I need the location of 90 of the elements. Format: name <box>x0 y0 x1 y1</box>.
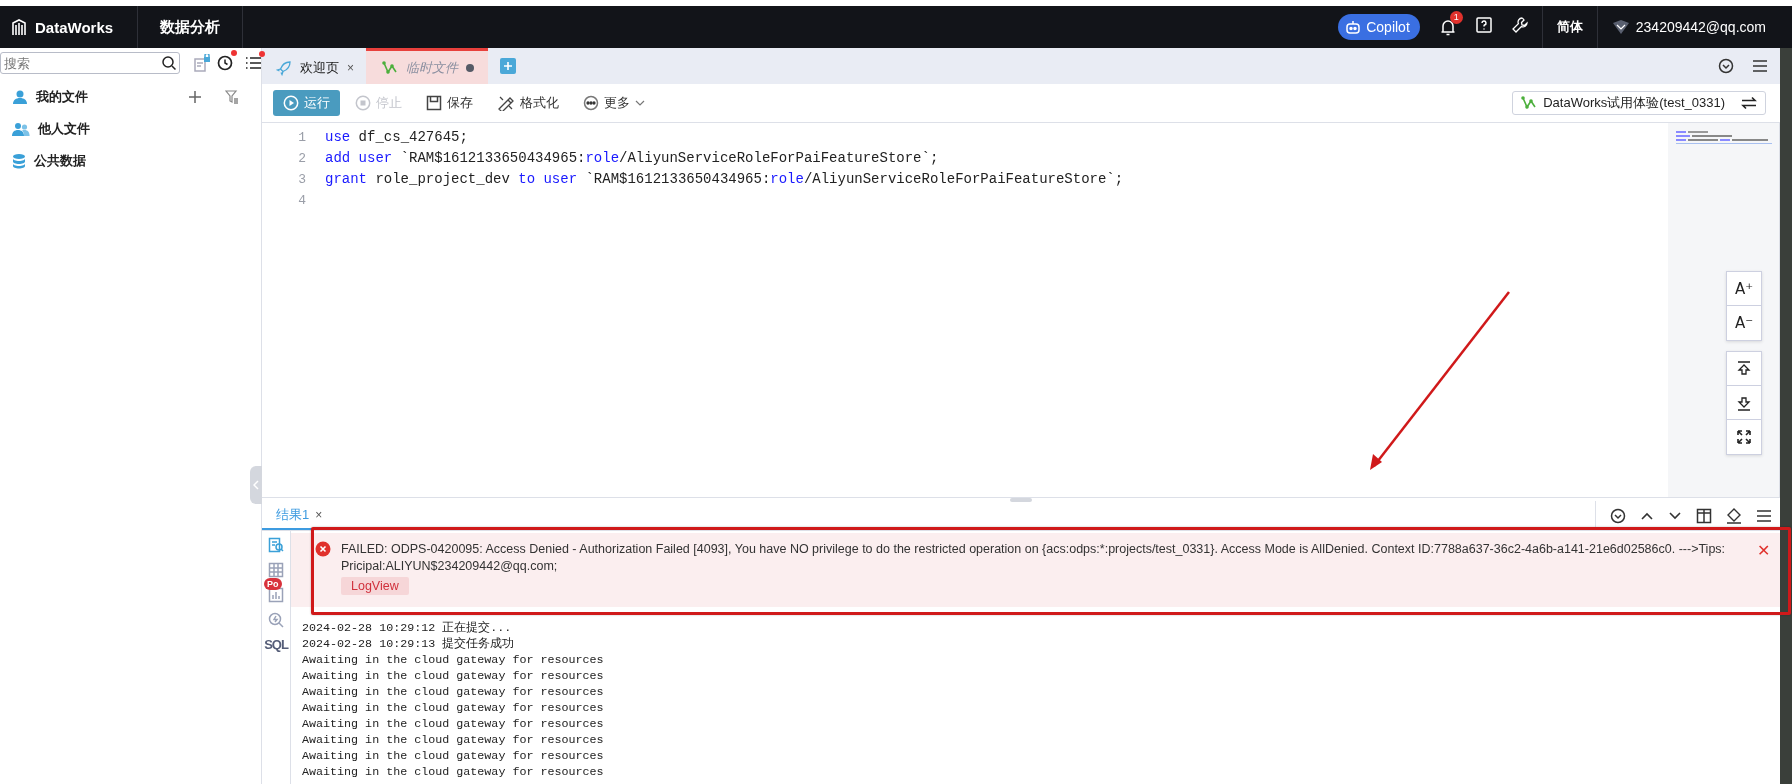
font-size-button[interactable]: A⁻ <box>1727 306 1761 340</box>
chevron-down-icon[interactable] <box>1668 510 1682 521</box>
people-icon <box>12 121 30 137</box>
zoom-icon[interactable] <box>268 612 284 628</box>
module-name[interactable]: 数据分析 <box>160 17 220 37</box>
line-number: 3 <box>297 171 307 189</box>
error-icon <box>315 541 331 557</box>
extension-badge: Po <box>264 578 282 590</box>
more-icon <box>583 95 599 111</box>
line-number: 1 <box>297 129 307 147</box>
line-number: 4 <box>297 192 307 210</box>
sql-tab[interactable]: SQL <box>264 637 288 652</box>
scroll-bottom-button[interactable] <box>1727 386 1761 420</box>
database-icon <box>12 153 26 169</box>
code-line[interactable]: grant role_project_dev to user `RAM$1612133650434965:role/AliyunServiceRoleForPaiFeatureStore`; <box>325 169 1668 190</box>
log-line: Awaiting in the cloud gateway for resources <box>302 732 605 748</box>
notification-badge: 1 <box>1449 11 1463 24</box>
log-line: Awaiting in the cloud gateway for resources <box>302 716 605 732</box>
toolbar-button[interactable]: 更多 <box>574 90 654 116</box>
toolbar-button[interactable]: 保存 <box>417 90 482 116</box>
search-field[interactable]: 搜索 <box>0 52 180 74</box>
stop-icon <box>355 95 371 111</box>
language-menu[interactable]: 简体 <box>1556 18 1583 36</box>
minimap-drawing[interactable] <box>1676 131 1772 145</box>
menu-icon[interactable] <box>1752 59 1768 73</box>
chevron-circle-icon[interactable] <box>1718 58 1734 74</box>
product-name: DataWorks <box>35 18 114 36</box>
log-line: Awaiting in the cloud gateway for resources <box>302 700 605 716</box>
account-email[interactable]: 234209442@qq.com <box>1635 19 1766 35</box>
font-size-button[interactable]: A⁺ <box>1727 272 1761 306</box>
log-line: Awaiting in the cloud gateway for resources <box>302 652 605 668</box>
filter-icon[interactable] <box>225 90 239 104</box>
code-line[interactable]: add user `RAM$1612133650434965:role/AliyunServiceRoleForPaiFeatureStore`; <box>325 148 1668 169</box>
log-line: 2024-02-28 10:29:13 提交任务成功 <box>302 636 516 652</box>
list-icon[interactable] <box>245 56 261 70</box>
resize-handle[interactable] <box>1010 498 1032 502</box>
log-line: Awaiting in the cloud gateway for resources <box>302 684 605 700</box>
log-line: Awaiting in the cloud gateway for resources <box>302 748 605 764</box>
logview-button[interactable]: LogView <box>341 577 409 595</box>
result-tab[interactable]: 结果1 × <box>262 501 333 530</box>
eraser-icon[interactable] <box>1726 507 1742 524</box>
log-line: Awaiting in the cloud gateway for resources <box>302 764 605 780</box>
notification-dot <box>259 51 265 57</box>
caret-icon <box>635 99 645 107</box>
menu-icon[interactable] <box>1756 508 1772 523</box>
help-icon[interactable] <box>1474 16 1493 34</box>
copilot-button[interactable]: Copilot <box>1338 14 1420 40</box>
unsaved-dot <box>466 63 474 72</box>
rocket-icon <box>276 59 292 76</box>
log-icon[interactable] <box>268 537 284 553</box>
wrench-icon[interactable] <box>1510 16 1529 34</box>
file-lock-icon[interactable] <box>193 54 211 72</box>
columns-icon[interactable] <box>1696 507 1712 524</box>
save-icon <box>426 95 442 111</box>
error-message: FAILED: ODPS-0420095: Access Denied - Authorization Failed [4093], You have NO privilege to do the restricted operation on {acs:odps:*:projects/test_0331}. Access Mode is AllDenied. Context ID:7788a637-36c2-4a6b-a141-21e6d02586c0. --->Tips: Pricipal:ALIYUN$234209442@qq.com; <box>341 541 1727 575</box>
line-number: 2 <box>297 150 307 168</box>
clock-icon[interactable] <box>217 55 233 71</box>
toolbar-button[interactable]: 格式化 <box>488 90 568 116</box>
expand-icon <box>1736 429 1752 445</box>
chevron-up-icon[interactable] <box>1640 510 1654 521</box>
scroll-top-button[interactable] <box>1727 352 1761 386</box>
logo-icon <box>11 18 27 36</box>
search-icon <box>161 55 177 71</box>
table-icon[interactable] <box>268 562 284 578</box>
person-icon <box>12 89 28 105</box>
log-line: 2024-02-28 10:29:12 正在提交... <box>302 620 513 636</box>
collapse-handle[interactable] <box>250 466 262 504</box>
chevron-circle-icon[interactable] <box>1610 507 1626 524</box>
notification-dot <box>231 50 237 56</box>
arrow-up-icon <box>1736 359 1752 378</box>
robot-icon <box>1344 18 1363 36</box>
bell-icon[interactable] <box>1439 18 1456 36</box>
code-line[interactable]: use df_cs_427645; <box>325 127 1668 148</box>
close-button[interactable]: ✕ <box>1757 541 1770 560</box>
resource-group-select[interactable]: DataWorks试用体验(test_0331) <box>1512 91 1766 115</box>
tree-item[interactable]: 我的文件 <box>36 88 181 106</box>
log-line: Awaiting in the cloud gateway for resources <box>302 668 605 684</box>
file-tab[interactable]: 欢迎页 × <box>262 48 366 84</box>
swap-icon <box>1741 96 1757 110</box>
branch-icon <box>1521 95 1538 111</box>
tree-item[interactable]: 他人文件 <box>38 120 261 138</box>
add-icon[interactable] <box>189 91 201 103</box>
avatar-icon <box>1611 19 1630 35</box>
tree-item[interactable]: 公共数据 <box>34 152 261 170</box>
play-icon <box>283 95 299 111</box>
branch-icon <box>382 59 398 76</box>
chevron-left-icon <box>253 480 259 490</box>
fullscreen-button[interactable] <box>1727 420 1761 454</box>
chart-icon[interactable] <box>268 587 284 603</box>
brush-icon <box>497 95 515 111</box>
